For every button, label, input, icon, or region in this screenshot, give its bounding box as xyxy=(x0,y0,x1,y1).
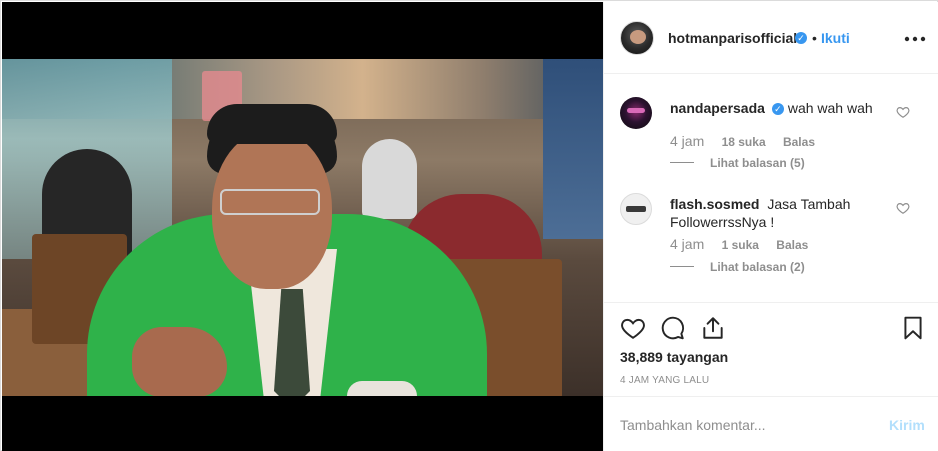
avatar[interactable] xyxy=(620,21,654,55)
instagram-post: hotmanparisofficial ✓ • Ikuti nandapersa… xyxy=(0,0,938,451)
replies-divider-line xyxy=(670,162,694,163)
view-replies-label: Lihat balasan (5) xyxy=(710,156,805,170)
comment-meta: 4 jam 1 suka Balas xyxy=(670,236,822,252)
more-options-icon[interactable] xyxy=(904,26,926,47)
video-frame[interactable] xyxy=(2,59,603,396)
share-icon[interactable] xyxy=(700,315,726,341)
verified-badge-icon: ✓ xyxy=(795,32,807,44)
view-count[interactable]: 38,889 tayangan xyxy=(620,349,728,365)
post-sidebar: hotmanparisofficial ✓ • Ikuti nandapersa… xyxy=(603,2,938,451)
reply-button[interactable]: Balas xyxy=(783,135,815,149)
comment-body: flash.sosmed Jasa Tambah FollowerrssNya … xyxy=(670,195,895,231)
comment-icon[interactable] xyxy=(660,315,686,341)
comments-list[interactable]: nandapersada ✓ wah wah wah 4 jam 18 suka … xyxy=(604,75,938,302)
post-actions: 38,889 tayangan 4 JAM YANG LALU xyxy=(604,302,938,396)
like-comment-heart-icon[interactable] xyxy=(896,105,910,119)
separator-dot: • xyxy=(812,30,817,46)
comment-body: nandapersada ✓ wah wah wah xyxy=(670,99,895,117)
post-header: hotmanparisofficial ✓ • Ikuti xyxy=(604,2,938,74)
add-comment-bar: Kirim xyxy=(604,396,938,451)
avatar[interactable] xyxy=(620,97,652,129)
replies-divider-line xyxy=(670,266,694,267)
ellipsis-icon xyxy=(904,36,926,42)
reply-button[interactable]: Balas xyxy=(776,238,808,252)
view-replies-button[interactable]: Lihat balasan (5) xyxy=(670,156,805,170)
video-player[interactable] xyxy=(2,2,603,451)
video-subject-glasses xyxy=(220,189,320,215)
video-background-wall xyxy=(543,59,603,239)
heart-icon[interactable] xyxy=(620,315,646,341)
follow-button[interactable]: Ikuti xyxy=(821,30,850,46)
like-comment-heart-icon[interactable] xyxy=(896,201,910,215)
comment-time[interactable]: 4 jam xyxy=(670,133,704,149)
comment-username[interactable]: nandapersada xyxy=(670,100,765,116)
avatar[interactable] xyxy=(620,193,652,225)
video-foreground-cup xyxy=(347,381,417,396)
comment-text: wah wah wah xyxy=(787,100,873,116)
comment-input[interactable] xyxy=(620,415,870,435)
view-replies-button[interactable]: Lihat balasan (2) xyxy=(670,260,805,274)
author-username[interactable]: hotmanparisofficial xyxy=(668,30,797,46)
video-background-person xyxy=(362,139,417,219)
verified-badge-icon: ✓ xyxy=(771,103,784,115)
bookmark-icon[interactable] xyxy=(900,315,926,341)
post-timestamp[interactable]: 4 JAM YANG LALU xyxy=(620,375,709,386)
comment-likes[interactable]: 18 suka xyxy=(722,135,766,149)
view-replies-label: Lihat balasan (2) xyxy=(710,260,805,274)
video-subject-hand xyxy=(132,327,227,396)
comment-time[interactable]: 4 jam xyxy=(670,236,704,252)
post-comment-button[interactable]: Kirim xyxy=(889,417,925,433)
comment-meta: 4 jam 18 suka Balas xyxy=(670,133,829,149)
comment-username[interactable]: flash.sosmed xyxy=(670,196,759,212)
video-subject-hair-top xyxy=(207,104,337,144)
comment-likes[interactable]: 1 suka xyxy=(722,238,759,252)
